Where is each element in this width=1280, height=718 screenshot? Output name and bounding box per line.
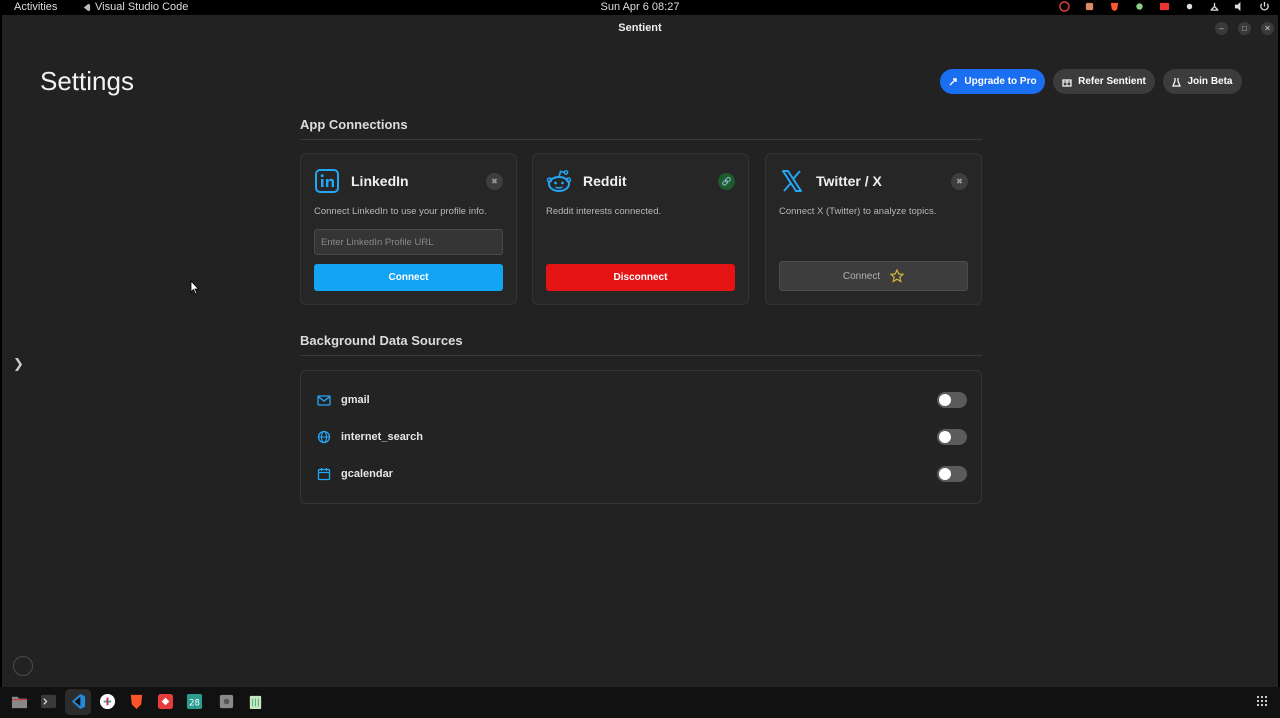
disconnected-status-icon: ✖ [486,173,503,190]
upgrade-to-pro-button[interactable]: Upgrade to Pro [940,69,1045,94]
calendar-icon [317,468,331,481]
join-beta-button[interactable]: Join Beta [1163,69,1242,94]
background-sources-heading: Background Data Sources [300,333,463,348]
maximize-button[interactable]: □ [1238,22,1251,35]
background-sources-panel: gmail internet_search gcalendar [300,370,982,504]
twitter-card: Twitter / X ✖ Connect X (Twitter) to ana… [765,153,982,305]
user-avatar[interactable] [13,656,33,676]
linkedin-card: LinkedIn ✖ Connect LinkedIn to use your … [300,153,517,305]
brightness-icon[interactable] [1184,1,1195,12]
close-button[interactable]: ✕ [1261,22,1274,35]
rocket-icon [949,77,958,85]
vscode-app-icon[interactable] [69,693,86,710]
power-icon[interactable] [1259,1,1270,12]
linkedin-logo-icon [315,169,339,193]
card-name: Twitter / X [816,173,882,189]
refer-label: Refer Sentient [1078,76,1146,87]
brave-tray-icon[interactable] [1109,1,1120,12]
source-label: gmail [341,394,370,406]
show-apps-grid-icon[interactable] [1256,695,1268,707]
toggle-knob [939,468,951,480]
slack-tray-icon[interactable] [1084,1,1095,12]
reddit-disconnect-button[interactable]: Disconnect [546,264,735,291]
system-tray [1059,1,1270,12]
window-title: Sentient [618,22,662,34]
globe-icon [317,430,331,444]
calendar-app-icon[interactable]: 28 [186,693,203,710]
disconnected-status-icon: ✖ [951,173,968,190]
files-app-icon[interactable] [11,693,28,710]
taskbar-dock: 28 [0,687,1280,718]
mouse-cursor-icon [190,280,200,295]
gmail-toggle[interactable] [937,392,967,408]
terminal-app-icon[interactable] [40,693,57,710]
card-description: Connect LinkedIn to use your profile inf… [314,206,487,217]
calendar-day-text: 28 [189,698,200,708]
linkedin-connect-button[interactable]: Connect [314,264,503,291]
gcalendar-toggle[interactable] [937,466,967,482]
toggle-knob [939,394,951,406]
window-titlebar[interactable]: Sentient – □ ✕ [2,15,1278,42]
button-label: Connect [388,272,429,283]
card-description: Reddit interests connected. [546,206,662,217]
x-logo-icon [782,170,802,192]
source-row-gmail: gmail [317,390,967,410]
app-connections-heading: App Connections [300,117,408,132]
anydesk-app-icon[interactable] [157,693,174,710]
minimize-button[interactable]: – [1215,22,1228,35]
toggle-knob [939,431,951,443]
app-window: Sentient – □ ✕ Settings Upgrade to Pro R… [2,15,1278,687]
expand-sidebar-chevron-icon[interactable]: ❯ [13,356,24,372]
card-description: Connect X (Twitter) to analyze topics. [779,206,937,217]
reddit-card: Reddit 🔗 Reddit interests connected. Dis… [532,153,749,305]
source-label: gcalendar [341,468,393,480]
linkedin-url-input[interactable] [314,229,503,255]
disk-app-icon[interactable] [218,693,235,710]
slack-app-icon[interactable] [99,693,116,710]
flask-icon [1172,77,1182,87]
card-name: LinkedIn [351,173,409,189]
source-row-gcalendar: gcalendar [317,464,967,484]
page-title: Settings [40,66,134,96]
button-label: Disconnect [613,272,668,283]
network-icon[interactable] [1209,1,1220,12]
star-pro-icon [890,269,905,283]
card-name: Reddit [583,173,627,189]
trash-app-icon[interactable] [247,693,264,710]
volume-icon[interactable] [1234,1,1245,12]
twitter-connect-button[interactable]: Connect [779,261,968,291]
brave-app-icon[interactable] [128,693,145,710]
system-top-bar: Activities Visual Studio Code Sun Apr 6 … [0,0,1280,15]
section-divider [300,355,982,356]
tray-app-icon[interactable] [1059,1,1070,12]
internet-search-toggle[interactable] [937,429,967,445]
reddit-logo-icon [546,170,572,192]
button-label: Connect [842,270,881,282]
upgrade-label: Upgrade to Pro [964,76,1037,87]
gift-icon [1062,78,1072,87]
beta-label: Join Beta [1187,76,1233,87]
anydesk-tray-icon[interactable] [1159,1,1170,12]
gear-tray-icon[interactable] [1134,1,1145,12]
connected-link-icon: 🔗 [718,173,735,190]
mail-icon [317,395,331,406]
refer-sentient-button[interactable]: Refer Sentient [1053,69,1155,94]
source-row-internet-search: internet_search [317,427,967,447]
source-label: internet_search [341,431,423,443]
section-divider [300,139,982,140]
